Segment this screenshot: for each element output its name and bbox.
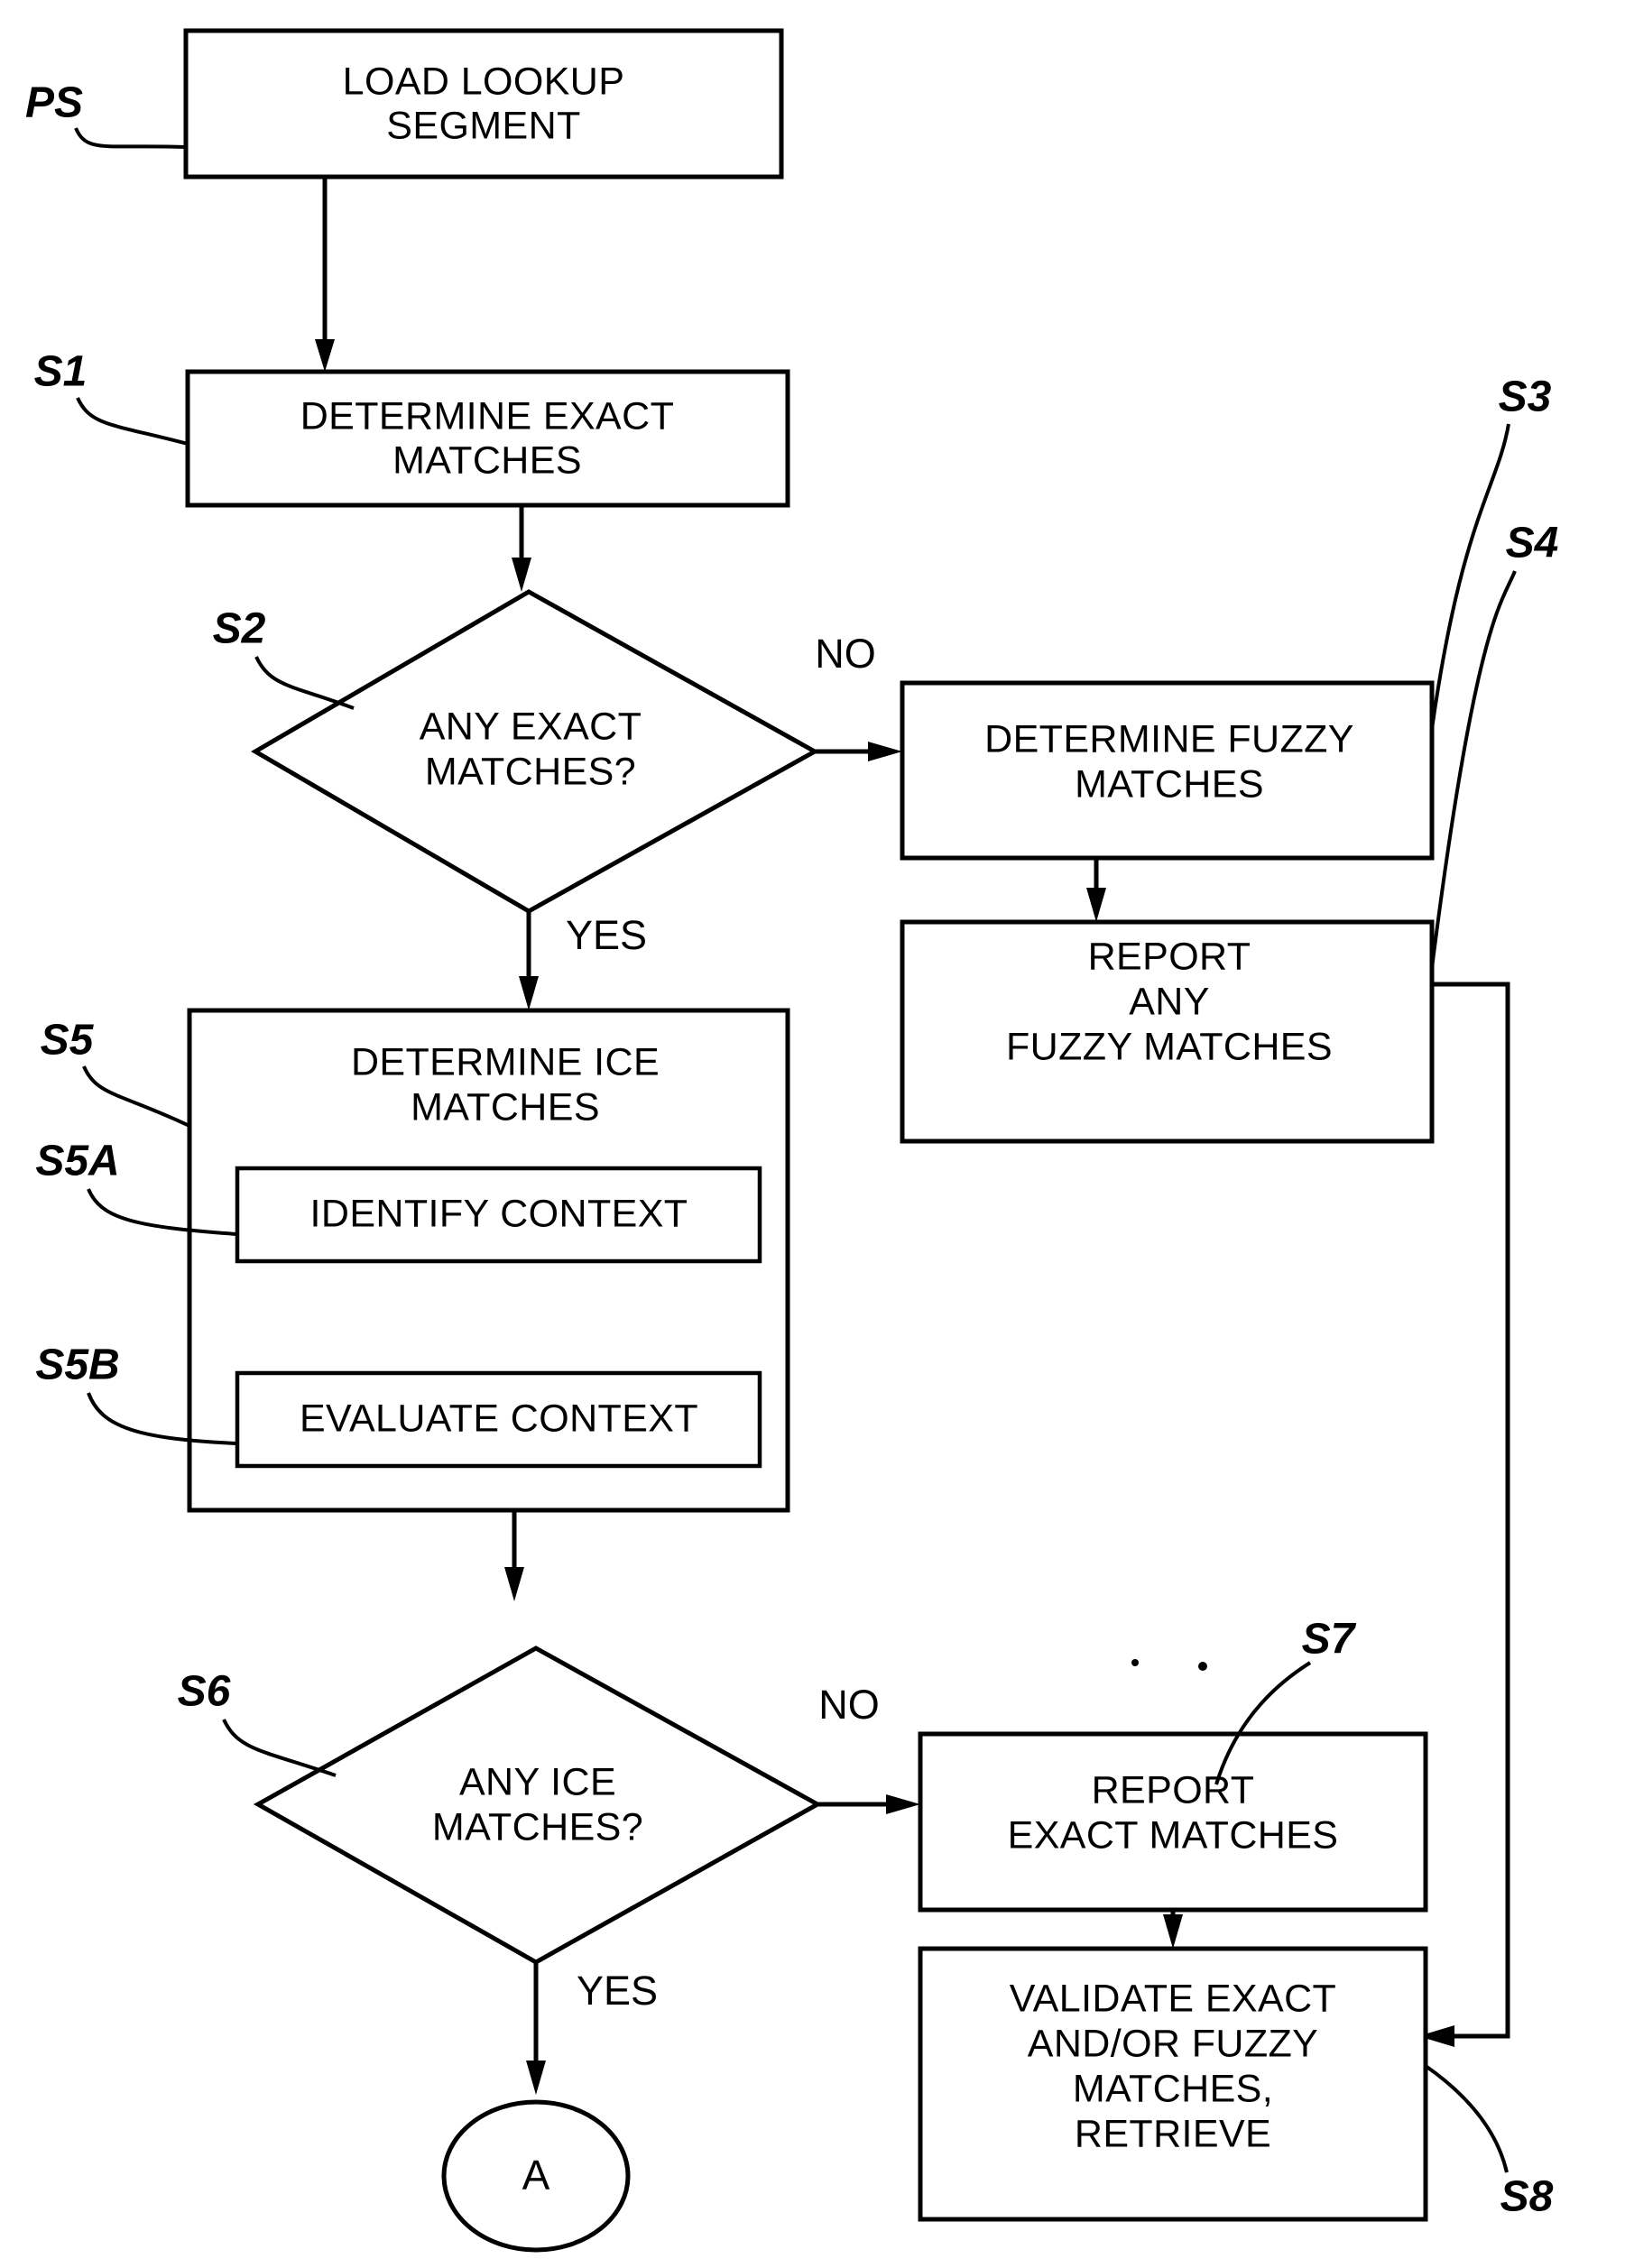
- node-s2[interactable]: ANY EXACT MATCHES?: [251, 589, 820, 914]
- edge-s6-a-arrowhead: [526, 2061, 546, 2095]
- ref-label-s3: S3: [1499, 373, 1552, 421]
- ref-s4-group: S4: [1430, 520, 1559, 969]
- ref-label-s5b: S5B: [35, 1341, 119, 1389]
- ref-s8-group: S8: [1424, 2064, 1554, 2221]
- ink-speck-s7: [1198, 1662, 1207, 1671]
- node-s7[interactable]: REPORT EXACT MATCHES: [918, 1731, 1428, 1913]
- edge-s4-s8-path: [1432, 982, 1510, 2039]
- flowchart-canvas: LOAD LOOKUP SEGMENT PS DETERMINE EXACT M…: [25, 28, 1559, 2253]
- ref-leader-s4: [1430, 570, 1517, 969]
- node-s3[interactable]: DETERMINE FUZZY MATCHES: [900, 680, 1435, 861]
- edge-s1-s2: [512, 505, 531, 592]
- flowchart-figure: LOAD LOOKUP SEGMENT PS DETERMINE EXACT M…: [0, 0, 1625, 2268]
- s8-label-line-1: VALIDATE EXACT: [1010, 1977, 1336, 2020]
- ps-label-line-2: SEGMENT: [386, 104, 580, 147]
- ref-label-s4: S4: [1506, 520, 1559, 567]
- ref-label-s8: S8: [1500, 2173, 1554, 2221]
- edge-s6-s7-arrowhead: [886, 1794, 920, 1814]
- branch-label-s2-no: NO: [815, 631, 876, 677]
- ref-s2-group: S2: [213, 605, 355, 710]
- node-s4[interactable]: REPORT ANY FUZZY MATCHES: [900, 919, 1435, 1144]
- edge-ps-s1-arrowhead: [315, 339, 335, 372]
- s5a-label: IDENTIFY CONTEXT: [310, 1192, 688, 1235]
- edge-s2-s5: YES: [519, 911, 647, 1010]
- edge-s2-s5-arrowhead: [519, 976, 539, 1010]
- s1-label-line-1: DETERMINE EXACT: [300, 394, 675, 438]
- node-s5b[interactable]: EVALUATE CONTEXT: [235, 1370, 762, 1469]
- s2-label-line-1: ANY EXACT: [420, 705, 642, 748]
- s4-label-line-3: FUZZY MATCHES: [1006, 1025, 1333, 1068]
- edge-s5-s6-arrowhead: [504, 1567, 524, 1601]
- s4-label-line-2: ANY: [1129, 980, 1210, 1023]
- s8-label-line-3: MATCHES,: [1073, 2067, 1273, 2110]
- node-s8[interactable]: VALIDATE EXACT AND/OR FUZZY MATCHES, RET…: [918, 1946, 1428, 2222]
- s5-label-line-2: MATCHES: [411, 1085, 600, 1129]
- ink-speck-secondary: [1131, 1659, 1139, 1666]
- ref-label-s2: S2: [213, 605, 266, 653]
- s5b-label: EVALUATE CONTEXT: [300, 1397, 698, 1440]
- s8-label-line-4: RETRIEVE: [1075, 2112, 1271, 2155]
- ref-s1-group: S1: [34, 348, 189, 446]
- node-s6[interactable]: ANY ICE MATCHES?: [253, 1646, 823, 1965]
- edge-s4-s8: [1418, 982, 1510, 2047]
- ref-leader-s5: [82, 1065, 190, 1128]
- branch-label-s6-yes: YES: [577, 1968, 658, 2014]
- s3-label-line-2: MATCHES: [1075, 762, 1264, 806]
- ref-label-s6: S6: [178, 1668, 231, 1716]
- branch-label-s2-yes: YES: [566, 912, 647, 958]
- node-s5a[interactable]: IDENTIFY CONTEXT: [235, 1166, 762, 1264]
- edge-s5-s6: [504, 1510, 524, 1601]
- node-connector-a[interactable]: A: [441, 2099, 631, 2253]
- s3-label-line-1: DETERMINE FUZZY: [984, 717, 1354, 761]
- ref-label-ps: PS: [25, 79, 83, 127]
- s6-label-line-2: MATCHES?: [432, 1805, 643, 1849]
- edge-ps-s1: [315, 177, 335, 372]
- s7-label-line-1: REPORT: [1092, 1768, 1255, 1812]
- ref-label-s1: S1: [34, 348, 88, 396]
- node-s1[interactable]: DETERMINE EXACT MATCHES: [185, 369, 790, 508]
- ref-label-s5: S5: [41, 1017, 95, 1065]
- edge-s6-s7: NO: [817, 1682, 920, 1814]
- ref-leader-s1: [76, 397, 189, 446]
- ref-leader-s8: [1424, 2064, 1509, 2173]
- edge-s2-s3: NO: [815, 631, 902, 761]
- connector-a-label: A: [522, 2152, 550, 2199]
- edge-s2-s3-arrowhead: [868, 742, 902, 761]
- edge-s3-s4-arrowhead: [1086, 888, 1106, 922]
- ref-ps-group: PS: [25, 79, 187, 149]
- ref-s6-group: S6: [178, 1668, 337, 1777]
- s2-label-line-2: MATCHES?: [425, 750, 636, 793]
- s7-label-line-2: EXACT MATCHES: [1008, 1813, 1339, 1857]
- edge-s1-s2-arrowhead: [512, 558, 531, 592]
- ref-leader-s6: [222, 1719, 337, 1777]
- ref-label-s7: S7: [1302, 1616, 1357, 1664]
- ps-label-line-1: LOAD LOOKUP: [343, 60, 625, 103]
- s8-label-line-2: AND/OR FUZZY: [1028, 2022, 1319, 2065]
- s4-label-line-1: REPORT: [1088, 935, 1251, 978]
- s5-label-line-1: DETERMINE ICE: [351, 1040, 660, 1083]
- node-ps[interactable]: LOAD LOOKUP SEGMENT: [183, 28, 784, 180]
- ref-s5-group: S5: [41, 1017, 190, 1128]
- s1-label-line-2: MATCHES: [392, 438, 582, 482]
- branch-label-s6-no: NO: [818, 1682, 880, 1728]
- edge-s7-s8-arrowhead: [1163, 1914, 1183, 1949]
- edge-s7-s8: [1163, 1910, 1183, 1949]
- ref-leader-ps: [74, 127, 187, 149]
- edge-s6-a: YES: [526, 1962, 658, 2095]
- ref-label-s5a: S5A: [35, 1138, 119, 1185]
- ref-leader-s3: [1430, 423, 1510, 730]
- edge-s3-s4: [1086, 858, 1106, 922]
- s6-label-line-1: ANY ICE: [459, 1760, 616, 1803]
